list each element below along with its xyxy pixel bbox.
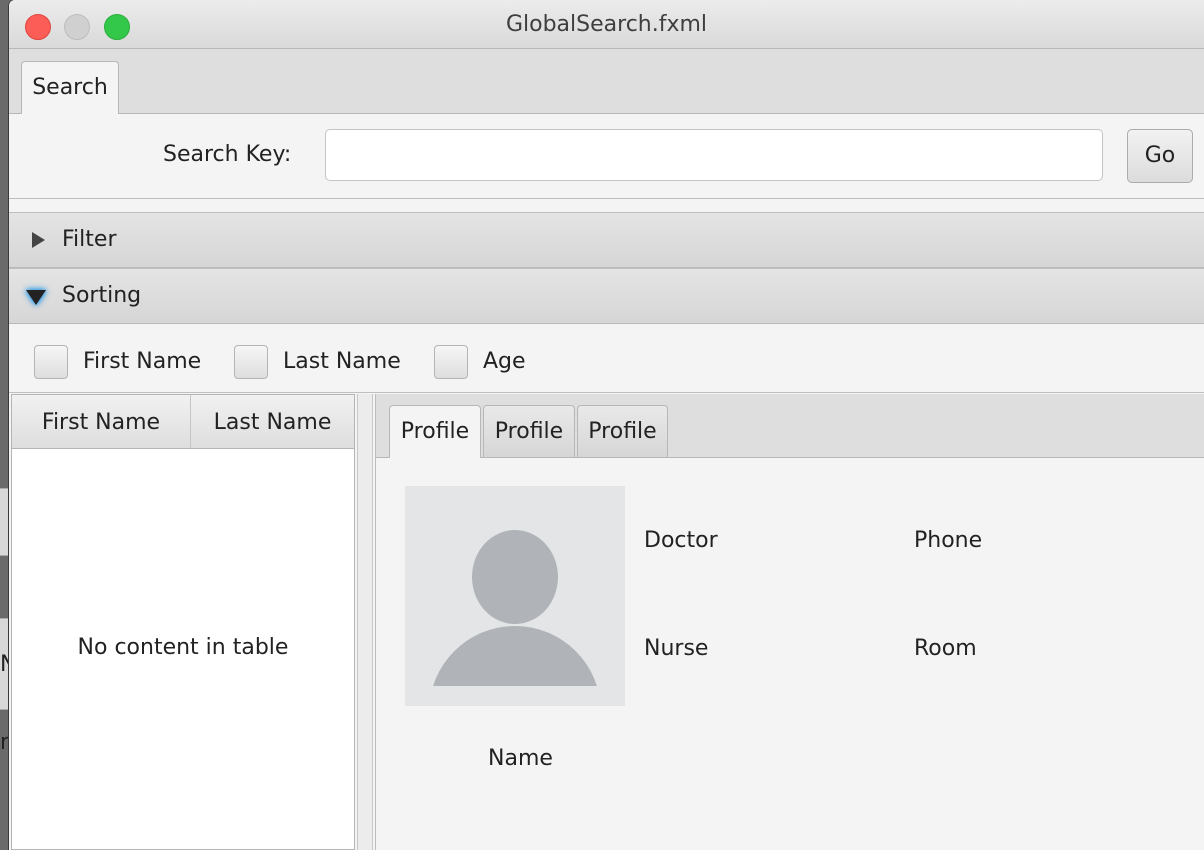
sorting-options: First Name Last Name Age (9, 325, 1204, 393)
go-button[interactable]: Go (1127, 129, 1193, 183)
phone-label: Phone (914, 528, 983, 553)
tab-profile-2[interactable]: Profile (483, 405, 575, 457)
search-key-input[interactable] (325, 129, 1103, 181)
profile-tab-bar: Profile Profile Profile (376, 394, 1204, 458)
main-tab-bar: Search (9, 49, 1204, 114)
table-placeholder: No content in table (77, 635, 289, 660)
filter-pane-header[interactable]: Filter (9, 212, 1204, 268)
search-key-label: Search Key: (163, 142, 292, 167)
tab-search[interactable]: Search (21, 61, 119, 114)
sorting-pane-title: Sorting (62, 283, 142, 308)
split-pane-divider[interactable] (357, 394, 373, 850)
column-header-first-name[interactable]: First Name (12, 395, 191, 448)
checkbox-label: Age (483, 349, 526, 374)
search-row: Search Key: Go (9, 114, 1204, 199)
name-label: Name (488, 746, 553, 771)
checkbox-label: First Name (83, 349, 202, 374)
window-title: GlobalSearch.fxml (505, 12, 708, 37)
triangle-right-icon (32, 232, 45, 248)
sort-last-name-checkbox[interactable] (234, 345, 268, 379)
tab-profile-1[interactable]: Profile (389, 405, 481, 458)
tab-profile-3[interactable]: Profile (577, 405, 668, 457)
profile-pane: Profile Profile Profile Doctor Phone Nur… (375, 394, 1204, 850)
column-header-last-name[interactable]: Last Name (191, 395, 354, 448)
checkbox-label: Last Name (283, 349, 401, 374)
doctor-label: Doctor (644, 528, 718, 553)
sort-first-name-checkbox[interactable] (34, 345, 68, 379)
sort-age-checkbox[interactable] (434, 345, 468, 379)
global-search-window: GlobalSearch.fxml Search Search Key: Go … (9, 0, 1204, 850)
filter-pane-title: Filter (62, 227, 117, 252)
results-table[interactable]: First Name Last Name No content in table (11, 394, 355, 850)
avatar-head (472, 530, 558, 624)
background-window-text: N (0, 652, 9, 677)
avatar-base (405, 686, 625, 706)
room-label: Room (914, 636, 977, 661)
title-bar[interactable]: GlobalSearch.fxml (9, 0, 1204, 49)
table-header: First Name Last Name (12, 395, 354, 449)
background-window-text: m (0, 730, 9, 755)
triangle-down-icon (26, 290, 46, 305)
sorting-pane-header[interactable]: Sorting (9, 268, 1204, 324)
user-silhouette-icon (405, 486, 625, 706)
nurse-label: Nurse (644, 636, 709, 661)
